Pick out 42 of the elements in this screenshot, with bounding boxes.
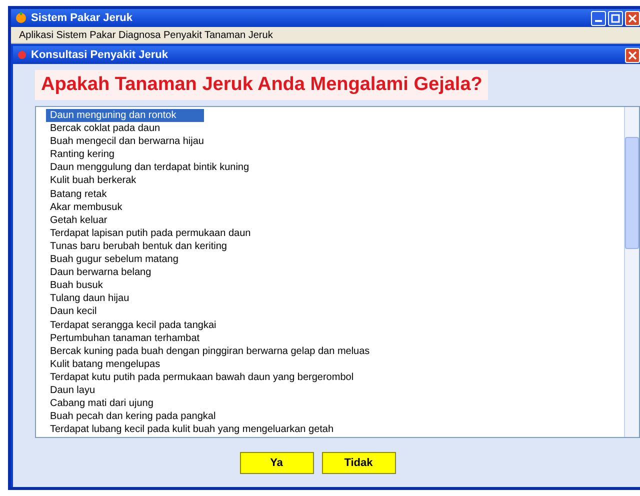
list-item[interactable]: Daun berwarna belang [46,266,156,280]
list-item[interactable]: Ranting kering [46,148,118,162]
list-item[interactable]: Bercak kuning pada buah dengan pinggiran berwarna gelap dan meluas [46,344,374,358]
list-item[interactable]: Pertumbuhan tanaman terhambat [46,332,204,345]
list-item[interactable]: Daun kecil [46,305,101,318]
dialog-icon [17,50,27,60]
list-item[interactable]: Daun layu [46,384,100,398]
list-item[interactable]: Terdapat lapisan putih pada permukaan daun [46,226,255,240]
list-item[interactable]: Buah mengecil dan berwarna hijau [46,135,208,148]
list-item[interactable]: Tulang daun hijau [46,292,134,306]
minimize-button[interactable] [591,10,606,26]
list-item[interactable]: Terdapat kutu putih pada permukaan bawah daun yang bergerombol [46,370,358,384]
scrollbar[interactable] [624,107,639,437]
list-item[interactable]: Terdapat serangga kecil pada tangkai [46,318,220,332]
list-item[interactable]: Buah pecah dan kering pada pangkal [46,410,220,424]
dialog-title: Konsultasi Penyakit Jeruk [31,49,169,61]
list-item[interactable]: Terdapat lubang kecil pada kulit buah yang mengeluarkan getah [46,423,338,436]
info-text: Aplikasi Sistem Pakar Diagnosa Penyakit Tanaman Jeruk [19,30,273,40]
no-button[interactable]: Tidak [322,452,396,474]
question-heading: Apakah Tanaman Jeruk Anda Mengalami Gejala? [35,70,488,100]
list-item[interactable]: Tunas baru berubah bentuk dan keriting [46,240,231,254]
list-item[interactable]: Getah keluar [46,214,112,227]
list-item[interactable]: Buah gugur sebelum matang [46,253,182,266]
list-item[interactable]: Cabang mati dari ujung [46,397,158,410]
list-item[interactable]: Kulit batang mengelupas [46,358,164,371]
list-item[interactable]: Daun menguning dan rontok [46,109,204,122]
maximize-button[interactable] [608,10,623,26]
list-item[interactable]: Daun menggulung dan terdapat bintik kuning [46,161,254,174]
list-item[interactable]: Kulit buah berkerak [46,174,140,188]
yes-button[interactable]: Ya [240,452,314,474]
list-item[interactable]: Batang retak [46,188,111,201]
close-icon [628,14,637,22]
close-button[interactable] [625,48,640,62]
close-icon [628,50,637,60]
close-button[interactable] [625,10,640,26]
list-item[interactable]: Akar membusuk [46,200,126,214]
list-item[interactable]: Buah busuk [46,279,107,292]
window-title: Sistem Pakar Jeruk [31,12,134,24]
minimize-icon [595,20,602,22]
list-item[interactable]: Bercak coklat pada daun [46,122,164,136]
maximize-icon [611,14,620,22]
app-icon [15,12,27,24]
